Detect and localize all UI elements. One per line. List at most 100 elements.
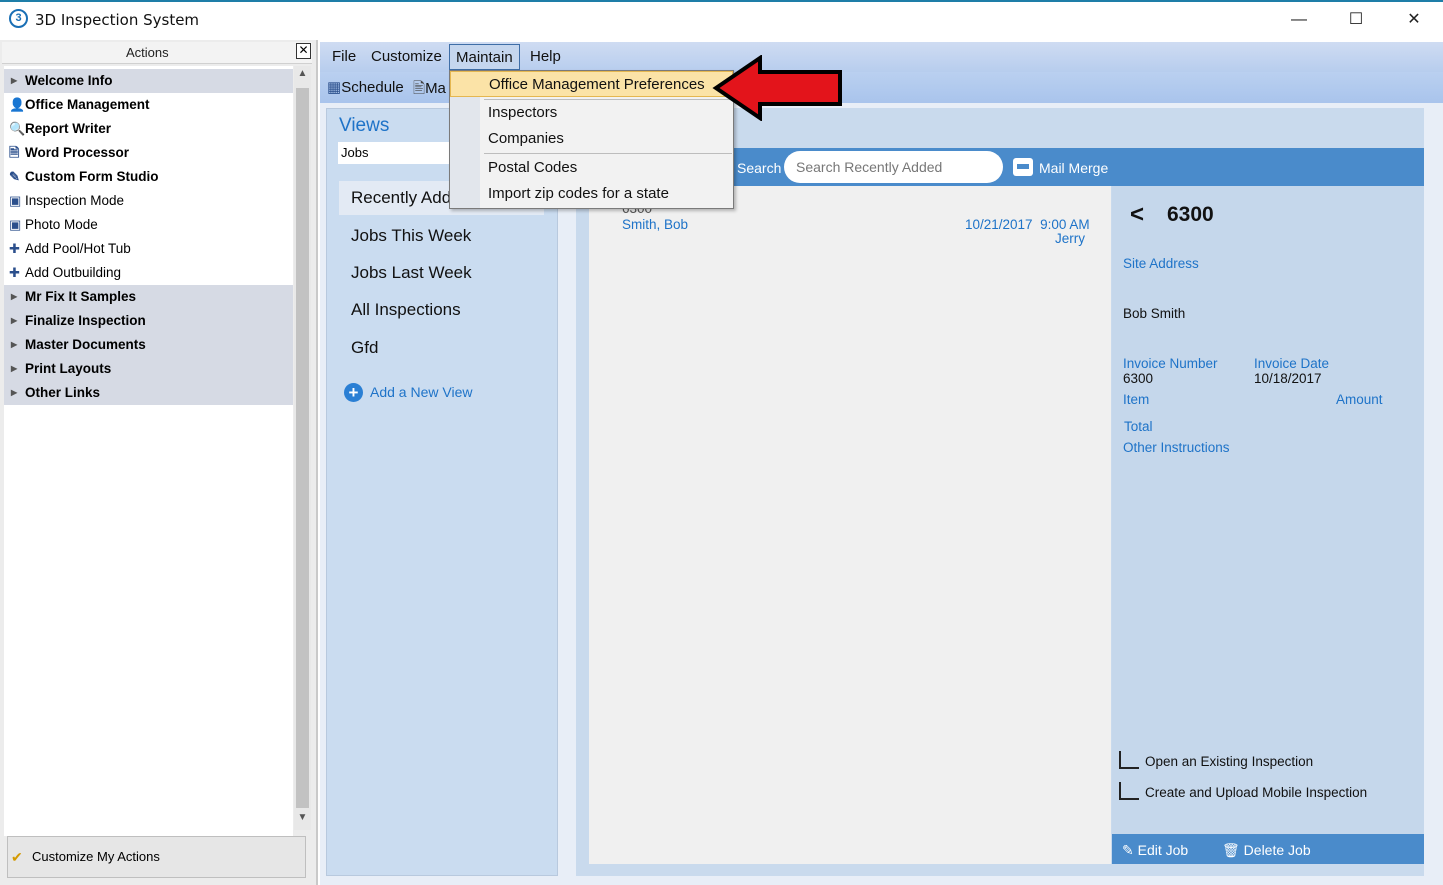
menu-item-companies[interactable]: Companies: [450, 126, 733, 152]
create-upload-label: Create and Upload Mobile Inspection: [1145, 785, 1368, 800]
ma-button[interactable]: 🖹Ma: [413, 78, 446, 103]
open-existing-label: Open an Existing Inspection: [1145, 754, 1314, 769]
expand-triangle-icon: ▶: [11, 316, 18, 325]
magnifier-icon: 🔍: [9, 121, 26, 136]
actions-close-button[interactable]: ✕: [296, 43, 311, 59]
scroll-down-arrow-icon[interactable]: ▼: [294, 812, 311, 828]
detail-job-number: 6300: [1167, 203, 1214, 226]
create-upload-mobile-link[interactable]: Create and Upload Mobile Inspection: [1119, 782, 1368, 800]
scroll-up-arrow-icon[interactable]: ▲: [294, 68, 311, 84]
action-master-documents[interactable]: ▶ Master Documents: [4, 333, 293, 357]
menu-maintain[interactable]: Maintain: [449, 44, 520, 70]
action-add-outbuilding[interactable]: ✚ Add Outbuilding: [4, 261, 293, 285]
close-button[interactable]: ✕: [1391, 4, 1437, 36]
action-label: Master Documents: [25, 337, 146, 352]
action-label: Report Writer: [25, 121, 112, 136]
action-label: Finalize Inspection: [25, 313, 146, 328]
scrollbar-thumb[interactable]: [296, 88, 309, 808]
action-label: Mr Fix It Samples: [25, 289, 137, 304]
action-print-layouts[interactable]: ▶ Print Layouts: [4, 357, 293, 381]
menu-item-inspectors[interactable]: Inspectors: [450, 100, 733, 126]
job-inspector: Jerry: [1055, 231, 1085, 246]
menu-item-office-management-preferences[interactable]: Office Management Preferences: [450, 71, 733, 97]
menu-item-postal-codes[interactable]: Postal Codes: [450, 155, 733, 181]
invoice-date: 10/18/2017: [1254, 371, 1322, 386]
menu-customize[interactable]: Customize: [365, 44, 448, 70]
menu-file[interactable]: File: [326, 44, 362, 70]
invoice-number-label: Invoice Number: [1123, 356, 1218, 371]
job-client[interactable]: Smith, Bob: [622, 217, 688, 232]
action-welcome-info[interactable]: ▶ Welcome Info: [4, 69, 293, 93]
action-label: Welcome Info: [25, 73, 113, 88]
invoice-number: 6300: [1123, 371, 1154, 386]
action-label: Office Management: [25, 97, 150, 112]
schedule-label: Schedule: [341, 79, 404, 96]
other-instructions-label: Other Instructions: [1123, 440, 1230, 455]
action-word-processor[interactable]: 🗎 Word Processor: [4, 141, 293, 165]
minimize-button[interactable]: —: [1276, 4, 1322, 36]
add-circle-icon[interactable]: +: [344, 383, 363, 402]
app-logo-icon: 3: [9, 9, 28, 28]
job-datetime: 10/21/2017 9:00 AM: [965, 217, 1090, 232]
action-mr-fix-it-samples[interactable]: ▶ Mr Fix It Samples: [4, 285, 293, 309]
plus-icon: ✚: [9, 241, 20, 256]
plus-icon: ✚: [9, 265, 20, 280]
action-custom-form-studio[interactable]: ✎ Custom Form Studio: [4, 165, 293, 189]
views-type-select[interactable]: Jobs: [338, 142, 450, 164]
action-label: Print Layouts: [25, 361, 112, 376]
customize-my-actions-button[interactable]: Customize My Actions: [7, 836, 306, 878]
expand-triangle-icon: ▶: [11, 388, 18, 397]
search-label: Search: [737, 160, 782, 176]
view-gfd[interactable]: Gfd: [339, 331, 544, 365]
schedule-button[interactable]: ▦Schedule: [327, 78, 404, 96]
action-add-pool[interactable]: ✚ Add Pool/Hot Tub: [4, 237, 293, 261]
open-existing-inspection-link[interactable]: Open an Existing Inspection: [1119, 751, 1314, 769]
person-icon: 👤: [9, 97, 26, 112]
share-arrow-icon: [1119, 751, 1139, 769]
menu-item-import-zip-codes[interactable]: Import zip codes for a state: [450, 181, 733, 207]
add-new-view-link[interactable]: Add a New View: [370, 384, 472, 400]
action-label: Custom Form Studio: [25, 169, 159, 184]
view-jobs-this-week[interactable]: Jobs This Week: [339, 219, 544, 253]
item-label: Item: [1123, 392, 1150, 407]
total-label: Total: [1124, 419, 1153, 434]
action-office-management[interactable]: 👤 Office Management: [4, 93, 293, 117]
back-chevron-icon[interactable]: <: [1130, 201, 1144, 229]
menu-separator: [484, 153, 732, 154]
ma-label: Ma: [425, 80, 446, 97]
menu-help[interactable]: Help: [524, 44, 567, 70]
action-inspection-mode[interactable]: ▣ Inspection Mode: [4, 189, 293, 213]
action-photo-mode[interactable]: ▣ Photo Mode: [4, 213, 293, 237]
action-label: Word Processor: [25, 145, 130, 160]
edit-job-label: Edit Job: [1137, 842, 1189, 858]
site-address-label: Site Address: [1123, 256, 1199, 271]
delete-job-label: Delete Job: [1243, 842, 1311, 858]
search-input[interactable]: [784, 151, 1003, 183]
share-arrow-icon: [1119, 782, 1139, 800]
action-label: Add Pool/Hot Tub: [25, 241, 131, 256]
invoice-date-label: Invoice Date: [1254, 356, 1330, 371]
jobs-list: [589, 186, 1111, 864]
job-detail-panel: [1112, 186, 1424, 834]
title-bar: [0, 0, 1443, 40]
checklist-icon: ✔: [11, 849, 23, 865]
mail-merge-button[interactable]: Mail Merge: [1039, 160, 1108, 176]
view-jobs-last-week[interactable]: Jobs Last Week: [339, 256, 544, 290]
view-all-inspections[interactable]: All Inspections: [339, 293, 544, 327]
edit-icon: ✎: [1122, 842, 1134, 858]
action-other-links[interactable]: ▶ Other Links: [4, 381, 293, 405]
monitor-icon: ▣: [9, 193, 22, 208]
action-report-writer[interactable]: 🔍 Report Writer: [4, 117, 293, 141]
calendar-icon: ▦: [327, 79, 342, 96]
maximize-button[interactable]: ☐: [1333, 4, 1379, 36]
monitor-icon: ▣: [9, 217, 22, 232]
delete-job-button[interactable]: 🗑 Delete Job: [1222, 842, 1311, 859]
expand-triangle-icon: ▶: [11, 292, 18, 301]
amount-label: Amount: [1336, 392, 1383, 407]
edit-job-button[interactable]: ✎ Edit Job: [1122, 842, 1188, 859]
pencil-icon: ✎: [9, 169, 20, 184]
action-finalize-inspection[interactable]: ▶ Finalize Inspection: [4, 309, 293, 333]
red-pointer-arrow-icon: [712, 55, 842, 121]
trash-icon: 🗑: [1222, 842, 1240, 858]
action-label: Add Outbuilding: [25, 265, 122, 280]
